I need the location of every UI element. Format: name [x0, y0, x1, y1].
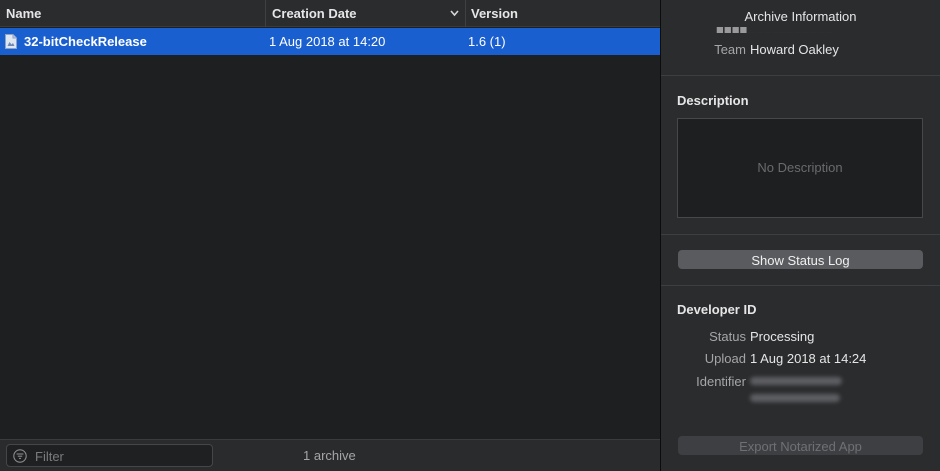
column-header-name[interactable]: Name: [0, 0, 266, 27]
upload-label: Upload: [704, 351, 746, 366]
developer-id-heading: Developer ID: [677, 302, 757, 317]
status-value: Processing: [750, 329, 815, 344]
team-value: Howard Oakley: [750, 42, 839, 57]
team-label-wrap: Team: [661, 42, 746, 58]
identifier-label: Identifier: [696, 374, 746, 389]
row-creation-date: 1 Aug 2018 at 14:20: [269, 34, 386, 49]
list-footer: 1 archive: [0, 439, 660, 471]
filter-input[interactable]: [33, 447, 212, 466]
export-notarized-app-button[interactable]: Export Notarized App: [678, 436, 923, 455]
archive-list-pane: Name Creation Date Version 32-bitCheckRe…: [0, 0, 660, 471]
column-header: Name Creation Date Version: [0, 0, 660, 27]
description-heading: Description: [677, 93, 749, 108]
row-version: 1.6 (1): [468, 34, 506, 49]
upload-value: 1 Aug 2018 at 14:24: [750, 351, 867, 366]
team-label: Team: [714, 42, 746, 57]
row-name: 32-bitCheckRelease: [24, 34, 147, 49]
column-header-creation-date[interactable]: Creation Date: [266, 0, 466, 27]
separator: [661, 234, 940, 235]
identifier-value-redacted: [750, 377, 842, 385]
clipped-field: ■■■■ ■■■■■■■■■■■■■■■: [716, 27, 836, 33]
description-field[interactable]: No Description: [677, 118, 923, 218]
upload-label-wrap: Upload: [661, 351, 746, 367]
archive-information-panel: Archive Information ■■■■ ■■■■■■■■■■■■■■■…: [661, 0, 940, 471]
separator: [661, 75, 940, 76]
identifier-label-wrap: Identifier: [661, 374, 746, 390]
separator: [661, 285, 940, 286]
identifier-value-redacted: [750, 394, 840, 402]
archive-file-icon: [5, 34, 17, 49]
show-status-log-button[interactable]: Show Status Log: [678, 250, 923, 269]
filter-field[interactable]: [6, 444, 213, 467]
archive-count: 1 archive: [303, 448, 356, 463]
column-header-version[interactable]: Version: [466, 0, 660, 27]
table-row[interactable]: 32-bitCheckRelease 1 Aug 2018 at 14:20 1…: [0, 28, 660, 55]
description-placeholder: No Description: [757, 160, 843, 175]
status-label-wrap: Status: [661, 329, 746, 345]
status-label: Status: [709, 329, 746, 344]
filter-icon: [13, 449, 27, 463]
